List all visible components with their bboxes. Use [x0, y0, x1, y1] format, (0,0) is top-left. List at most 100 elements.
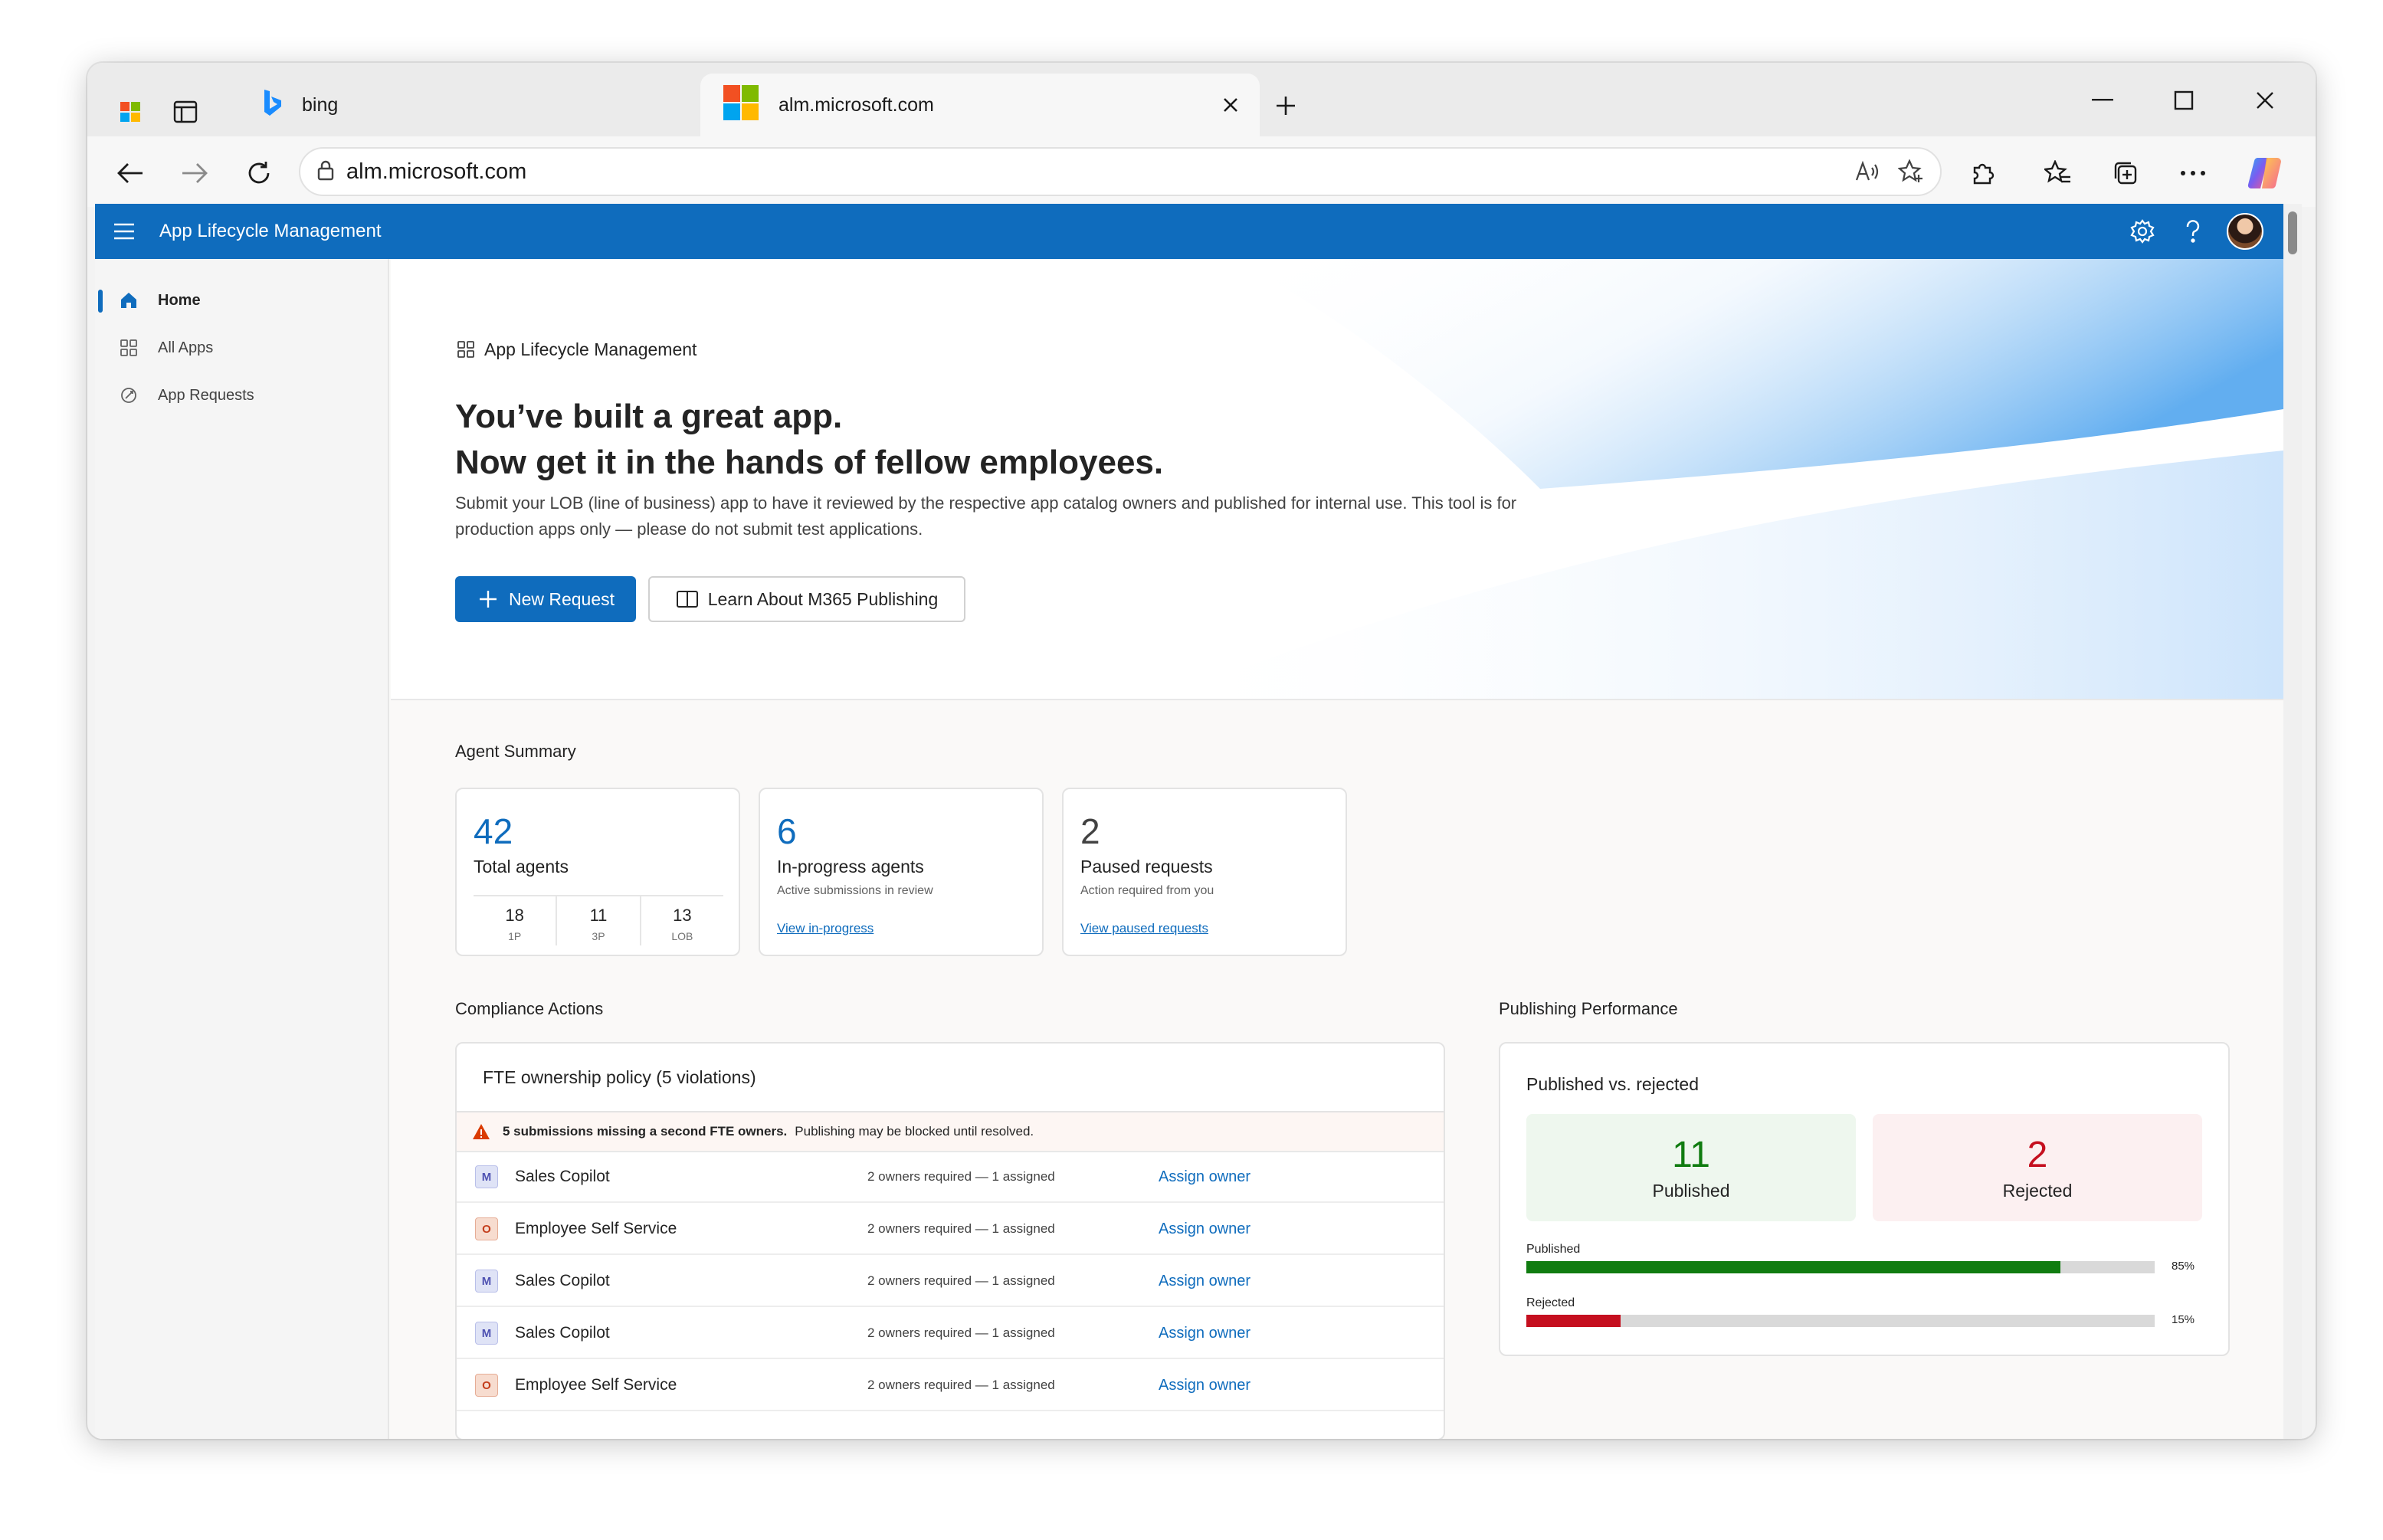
breadcrumb-label: App Lifecycle Management: [484, 339, 697, 359]
tab-actions-icon[interactable]: [169, 95, 202, 129]
tab-bing[interactable]: bing: [241, 74, 777, 136]
tab-title: alm.microsoft.com: [778, 93, 934, 116]
publishing-performance-title: Publishing Performance: [1499, 999, 1678, 1018]
paused-value: 2: [1080, 811, 1100, 851]
forward-icon[interactable]: [173, 152, 216, 195]
total-agents-card: 42 Total agents 18 1P 11 3P 13 LOB: [455, 788, 740, 956]
close-window-icon[interactable]: [2242, 83, 2288, 118]
published-bar-label: Published: [1526, 1243, 1581, 1256]
microsoft-logo-icon: [723, 84, 759, 126]
compliance-card: FTE ownership policy (5 violations) 5 su…: [455, 1042, 1445, 1439]
in-progress-value: 6: [777, 811, 797, 851]
breakdown-value: 13: [673, 906, 692, 925]
address-bar[interactable]: alm.microsoft.com: [299, 147, 1942, 196]
sidebar-item-home[interactable]: Home: [95, 279, 389, 322]
hero-description: Submit your LOB (line of business) app t…: [455, 493, 1517, 539]
table-row: M Sales Copilot 2 owners required — 1 as…: [457, 1152, 1444, 1203]
breakdown-1p: 18 1P: [474, 896, 558, 945]
published-bar-percent: 85%: [2172, 1260, 2195, 1273]
headline-line-2: Now get it in the hands of fellow employ…: [455, 444, 1164, 481]
in-progress-subtext: Active submissions in review: [777, 884, 933, 897]
hero-banner: App Lifecycle Management You’ve built a …: [391, 259, 2283, 700]
learn-m365-publishing-button[interactable]: Learn About M365 Publishing: [648, 576, 965, 622]
help-icon[interactable]: [2176, 215, 2210, 248]
publishing-subtitle: Published vs. rejected: [1526, 1074, 1700, 1094]
browser-toolbar: alm.microsoft.com: [87, 136, 2316, 207]
breakdown-lob: 13 LOB: [641, 896, 723, 945]
sidebar-item-app-requests[interactable]: App Requests: [95, 374, 389, 417]
request-icon: [116, 383, 141, 408]
table-row: M Sales Copilot 2 owners required — 1 as…: [457, 1309, 1444, 1359]
bing-logo-icon: [262, 89, 282, 122]
browser-window: bing alm.microsoft.com alm.microsoft.com…: [87, 63, 2316, 1439]
button-label: New Request: [508, 588, 615, 609]
assign-owner-link[interactable]: Assign owner: [1159, 1168, 1251, 1186]
page-viewport: App Lifecycle Management Home All Apps A…: [95, 204, 2302, 1439]
refresh-icon[interactable]: [238, 152, 280, 195]
more-options-icon[interactable]: [2172, 152, 2214, 195]
warning-icon: [470, 1121, 492, 1142]
owner-requirement: 2 owners required — 1 assigned: [867, 1221, 1055, 1236]
sidebar-item-label: All Apps: [158, 339, 214, 356]
windows-logo-icon[interactable]: [113, 95, 147, 129]
view-paused-requests-link[interactable]: View paused requests: [1080, 921, 1208, 936]
breadcrumb: App Lifecycle Management: [455, 339, 697, 360]
breakdown-label: 1P: [508, 930, 522, 942]
extensions-icon[interactable]: [1962, 152, 2004, 195]
tab-alm[interactable]: alm.microsoft.com: [700, 74, 1260, 136]
app-name: Sales Copilot: [515, 1324, 610, 1342]
app-name: Employee Self Service: [515, 1376, 677, 1394]
rejected-bar-track: [1526, 1315, 2155, 1327]
new-tab-icon[interactable]: [1269, 89, 1303, 123]
agent-breakdown: 18 1P 11 3P 13 LOB: [474, 895, 723, 945]
view-in-progress-link[interactable]: View in-progress: [777, 921, 874, 936]
minimize-icon[interactable]: [2080, 83, 2126, 118]
user-avatar[interactable]: [2227, 213, 2263, 250]
home-icon: [116, 288, 141, 313]
scrollbar-thumb[interactable]: [2288, 211, 2297, 254]
tab-title: bing: [302, 93, 339, 116]
rejected-bar-percent: 15%: [2172, 1313, 2195, 1326]
app-icon: O: [475, 1374, 498, 1397]
vertical-scrollbar[interactable]: [2283, 204, 2302, 1439]
sidebar-item-label: App Requests: [158, 386, 254, 404]
assign-owner-link[interactable]: Assign owner: [1159, 1221, 1251, 1238]
paused-label: Paused requests: [1080, 857, 1213, 876]
favorites-icon[interactable]: [2037, 152, 2080, 195]
lock-icon: [317, 159, 334, 185]
total-agents-value: 42: [474, 811, 513, 851]
app-header: App Lifecycle Management: [95, 204, 2283, 259]
maximize-icon[interactable]: [2161, 83, 2207, 118]
tab-strip: bing alm.microsoft.com: [87, 63, 2316, 136]
url-text: alm.microsoft.com: [346, 159, 527, 184]
published-label: Published: [1652, 1181, 1730, 1201]
breakdown-label: LOB: [671, 930, 693, 942]
selection-indicator: [98, 290, 103, 313]
read-aloud-icon[interactable]: [1850, 153, 1886, 190]
main-content: App Lifecycle Management You’ve built a …: [391, 259, 2283, 1439]
rejected-label: Rejected: [2002, 1181, 2073, 1201]
breakdown-label: 3P: [592, 930, 605, 942]
paused-requests-card: 2 Paused requests Action required from y…: [1062, 788, 1347, 956]
assign-owner-link[interactable]: Assign owner: [1159, 1273, 1251, 1290]
sidebar-nav: Home All Apps App Requests: [95, 259, 389, 1439]
hero-headline: You’ve built a great app. Now get it in …: [455, 394, 1605, 486]
app-icon: M: [475, 1270, 498, 1293]
warning-banner: 5 submissions missing a second FTE owner…: [457, 1112, 1444, 1152]
app-icon: M: [475, 1165, 498, 1188]
copilot-icon[interactable]: [2244, 152, 2286, 195]
assign-owner-link[interactable]: Assign owner: [1159, 1377, 1251, 1394]
hamburger-menu-icon[interactable]: [97, 204, 152, 259]
new-request-button[interactable]: New Request: [455, 576, 636, 622]
close-tab-icon[interactable]: [1215, 90, 1246, 120]
back-icon[interactable]: [109, 152, 152, 195]
rejected-bar-label: Rejected: [1526, 1296, 1575, 1309]
add-favorite-icon[interactable]: [1893, 153, 1929, 190]
button-label: Learn About M365 Publishing: [707, 588, 939, 609]
collections-icon[interactable]: [2104, 152, 2147, 195]
table-row: O Employee Self Service 2 owners require…: [457, 1204, 1444, 1255]
settings-gear-icon[interactable]: [2126, 215, 2159, 248]
published-tile: 11 Published: [1526, 1114, 1856, 1221]
sidebar-item-all-apps[interactable]: All Apps: [95, 326, 389, 369]
assign-owner-link[interactable]: Assign owner: [1159, 1325, 1251, 1342]
